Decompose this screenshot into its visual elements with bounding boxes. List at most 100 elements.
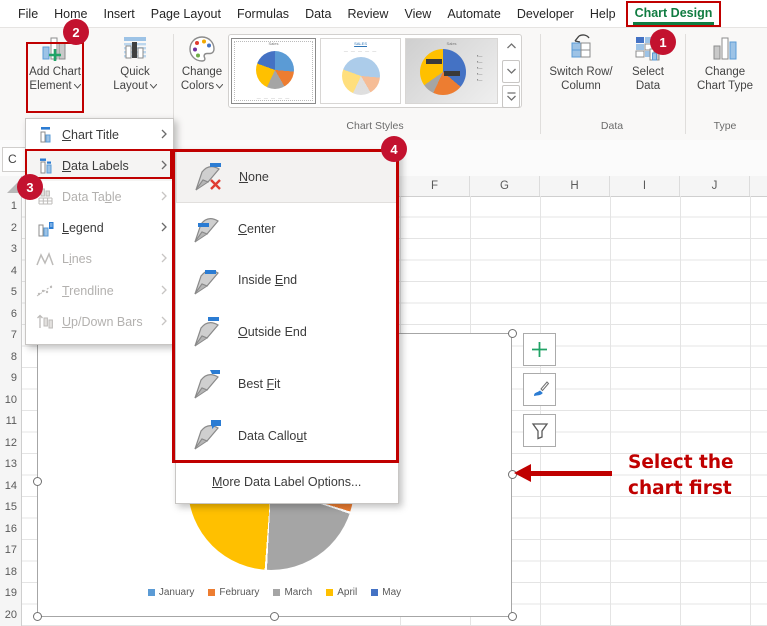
row-header-17[interactable]: 17: [0, 540, 21, 562]
label-data-callout-icon: [184, 419, 228, 452]
legend-item-february[interactable]: February: [208, 587, 259, 598]
row-header-20[interactable]: 20: [0, 605, 21, 626]
tab-developer[interactable]: Developer: [509, 0, 582, 28]
row-header-5[interactable]: 5: [0, 282, 21, 304]
submenu-chevron-icon: [161, 128, 167, 142]
legend-label: May: [382, 587, 401, 598]
row-header-14[interactable]: 14: [0, 476, 21, 498]
gallery-scroll-up-button[interactable]: [502, 35, 520, 58]
add-chart-element-label-1: Add Chart: [29, 66, 81, 78]
tab-page-layout[interactable]: Page Layout: [143, 0, 229, 28]
row-header-18[interactable]: 18: [0, 562, 21, 584]
tab-automate[interactable]: Automate: [439, 0, 509, 28]
chart-style-thumbnail-1[interactable]: Sales — — — — —: [231, 38, 316, 104]
submenu-item-inside-end[interactable]: Inside End: [176, 255, 398, 307]
row-header-9[interactable]: 9: [0, 368, 21, 390]
quick-layout-label-2: Layout: [113, 80, 148, 92]
submenu-item-center[interactable]: Center: [176, 203, 398, 255]
column-header-j[interactable]: J: [680, 176, 750, 196]
column-header-g[interactable]: G: [470, 176, 540, 196]
column-header-i[interactable]: I: [610, 176, 680, 196]
row-header-13[interactable]: 13: [0, 454, 21, 476]
select-data-label-2: Data: [636, 80, 660, 92]
submenu-item-data-callout[interactable]: Data Callout: [176, 410, 398, 462]
chart-elements-plus-button[interactable]: [523, 333, 556, 366]
tab-file[interactable]: File: [10, 0, 46, 28]
submenu-item-best-fit[interactable]: Best Fit: [176, 358, 398, 410]
row-header-8[interactable]: 8: [0, 347, 21, 369]
tab-review[interactable]: Review: [339, 0, 396, 28]
menu-item-legend[interactable]: Legend: [26, 213, 173, 244]
row-header-10[interactable]: 10: [0, 390, 21, 412]
row-header-11[interactable]: 11: [0, 411, 21, 433]
tab-help[interactable]: Help: [582, 0, 624, 28]
tab-label: Insert: [104, 7, 135, 21]
step-badge-2: 2: [63, 19, 89, 45]
ribbon-tab-bar: File Home Insert Page LayoutFormulasDataRev…: [0, 0, 767, 28]
chart-handle-mid-left[interactable]: [33, 477, 42, 486]
row-header-4[interactable]: 4: [0, 261, 21, 283]
legend-item-april[interactable]: April: [326, 587, 357, 598]
chart-styles-brush-button[interactable]: [523, 373, 556, 406]
row-header-19[interactable]: 19: [0, 583, 21, 605]
legend-label: April: [337, 587, 357, 598]
data-group-label: Data: [546, 120, 678, 132]
row-headers: 1234567891011121314151617181920: [0, 196, 22, 626]
tab-view[interactable]: View: [396, 0, 439, 28]
chart-style-thumbnail-3[interactable]: Sales ▪—▪—▪—▪—▪—: [405, 38, 498, 104]
chart-handle-bottom-left[interactable]: [33, 612, 42, 621]
chart-handle-bottom-center[interactable]: [270, 612, 279, 621]
submenu-item-label: None: [239, 170, 269, 184]
tab-chart-design[interactable]: Chart Design: [626, 1, 722, 27]
step-badge-4: 4: [381, 136, 407, 162]
switch-row-column-icon: [565, 32, 597, 66]
chart-legend[interactable]: January February March April May: [38, 587, 511, 598]
row-header-3[interactable]: 3: [0, 239, 21, 261]
tab-insert[interactable]: Insert: [96, 0, 143, 28]
legend-item-may[interactable]: May: [371, 587, 401, 598]
row-header-1[interactable]: 1: [0, 196, 21, 218]
menu-item-label: Data Table: [62, 190, 161, 204]
legend-swatch: [148, 589, 155, 596]
tab-label: Home: [54, 7, 87, 21]
submenu-item-more-data-label-options[interactable]: More Data Label Options...: [176, 463, 398, 502]
change-colors-button[interactable]: Change Colors: [177, 32, 227, 93]
column-header-f[interactable]: F: [400, 176, 470, 196]
tab-data[interactable]: Data: [297, 0, 339, 28]
gallery-scroll-down-button[interactable]: [502, 60, 520, 83]
grid-line: [750, 196, 751, 626]
grid-line: [540, 196, 541, 626]
tab-formulas[interactable]: Formulas: [229, 0, 297, 28]
submenu-item-label: Data Callout: [238, 429, 307, 443]
quick-layout-button[interactable]: Quick Layout: [106, 32, 164, 93]
switch-row-column-button[interactable]: Switch Row/ Column: [546, 32, 616, 93]
menu-item-chart-title[interactable]: Chart Title: [26, 119, 173, 150]
row-header-2[interactable]: 2: [0, 218, 21, 240]
row-header-15[interactable]: 15: [0, 497, 21, 519]
legend-swatch: [326, 589, 333, 596]
submenu-item-none[interactable]: None: [176, 151, 398, 203]
row-header-7[interactable]: 7: [0, 325, 21, 347]
menu-item-label: Up/Down Bars: [62, 315, 161, 329]
dropdown-caret-icon: [216, 84, 223, 89]
chart-handle-top-right[interactable]: [508, 329, 517, 338]
menu-item-data-labels[interactable]: Data Labels: [26, 150, 173, 181]
thumbnail-title: SALES: [321, 41, 400, 46]
legend-item-march[interactable]: March: [273, 587, 312, 598]
change-chart-type-button[interactable]: Change Chart Type: [690, 32, 760, 93]
chart-filters-funnel-button[interactable]: [523, 414, 556, 447]
gallery-more-button[interactable]: [502, 85, 520, 108]
chart-handle-bottom-right[interactable]: [508, 612, 517, 621]
submenu-item-label: Outside End: [238, 325, 307, 339]
step-badge-3: 3: [17, 174, 43, 200]
chart-style-thumbnail-2[interactable]: SALES — — — — —: [320, 38, 401, 104]
row-header-12[interactable]: 12: [0, 433, 21, 455]
legend-item-january[interactable]: January: [148, 587, 195, 598]
thumbnail-data-label: [426, 59, 442, 64]
gallery-scrollbar: [502, 35, 519, 108]
thumbnail-data-label: [444, 71, 460, 76]
row-header-16[interactable]: 16: [0, 519, 21, 541]
row-header-6[interactable]: 6: [0, 304, 21, 326]
column-header-h[interactable]: H: [540, 176, 610, 196]
submenu-item-outside-end[interactable]: Outside End: [176, 306, 398, 358]
